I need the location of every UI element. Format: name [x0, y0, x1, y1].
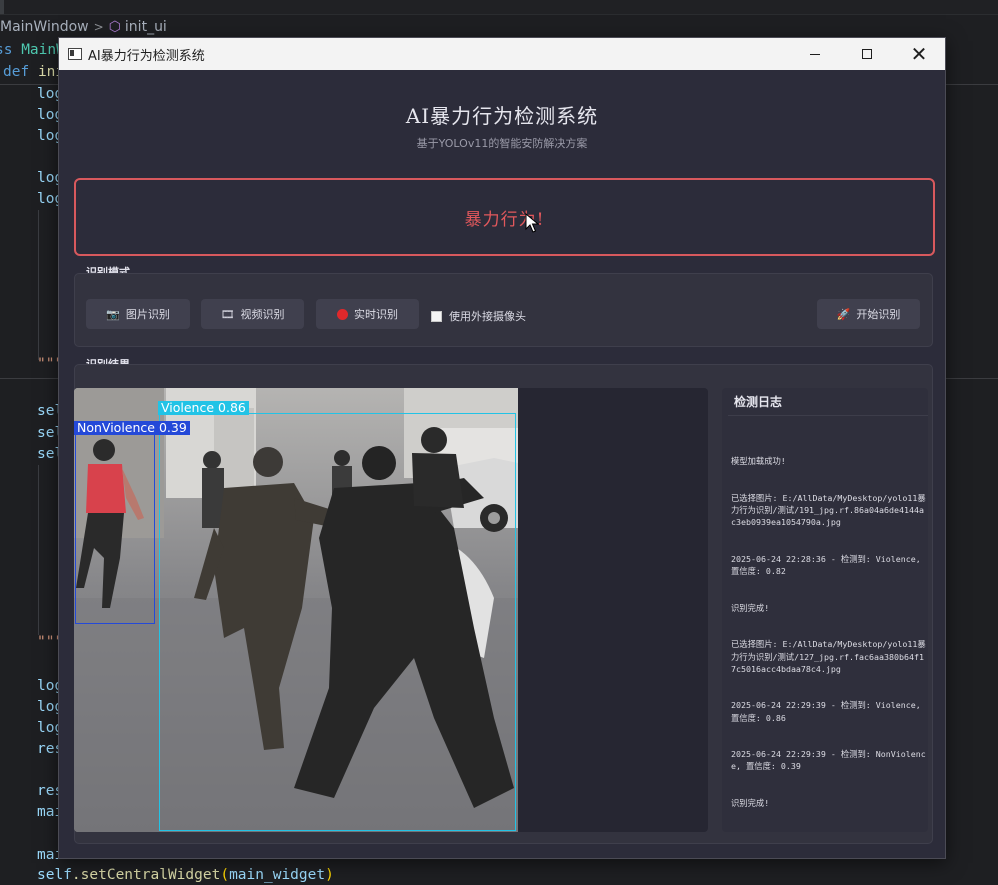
nonviolence-bounding-box — [75, 434, 155, 624]
page-subtitle: 基于YOLOv11的智能安防解决方案 — [416, 137, 588, 150]
app-window-icon — [68, 48, 82, 60]
mode-panel: 📷 图片识别 🎞 视频识别 实时识别 使用外接摄像头 🚀 开始识别 — [74, 273, 933, 347]
window-controls: ✕ — [789, 38, 945, 70]
start-recognition-button[interactable]: 🚀 开始识别 — [817, 299, 920, 329]
log-text-area[interactable]: 模型加载成功! 已选择图片: E:/AllData/MyDesktop/yolo… — [731, 431, 926, 834]
realtime-recognition-button[interactable]: 实时识别 — [316, 299, 419, 329]
log-entry: 2025-06-24 22:29:39 - 检测到: Violence, 置信度… — [731, 700, 926, 723]
record-icon — [337, 308, 348, 320]
camera-icon: 📷 — [106, 307, 120, 321]
breadcrumb-method[interactable]: init_ui — [125, 19, 167, 35]
log-entry: 识别完成! — [731, 602, 770, 613]
detection-log-panel: 检测日志 模型加载成功! 已选择图片: E:/AllData/MyDesktop… — [722, 388, 928, 832]
external-camera-checkbox[interactable] — [431, 310, 442, 322]
method-cube-icon: ⬡ — [108, 19, 121, 35]
image-recognition-label: 图片识别 — [125, 308, 170, 321]
rocket-icon: 🚀 — [836, 307, 851, 321]
nonviolence-detection-label: NonViolence 0.39 — [74, 421, 190, 435]
close-button[interactable]: ✕ — [893, 38, 945, 70]
violence-detection-label: Violence 0.86 — [158, 401, 249, 415]
maximize-button[interactable] — [841, 38, 893, 70]
mouse-cursor-icon — [525, 212, 540, 233]
realtime-recognition-label: 实时识别 — [354, 308, 398, 321]
app-window: AI暴力行为检测系统 ✕ AI暴力行为检测系统 基于YOLOv11的智能安防解决… — [58, 37, 946, 859]
minimize-icon — [810, 53, 820, 55]
log-entry: 2025-06-24 22:29:39 - 检测到: NonViolence, … — [731, 749, 926, 772]
indent-guide — [38, 465, 39, 635]
video-recognition-button[interactable]: 🎞 视频识别 — [201, 299, 304, 329]
code-line-set-central-widget[interactable]: self.setCentralWidget(main_widget) — [37, 865, 334, 885]
image-recognition-button[interactable]: 📷 图片识别 — [86, 299, 190, 329]
ide-corner — [0, 0, 4, 14]
indent-guide — [38, 210, 39, 360]
result-image-view: Violence 0.86 NonViolence 0.39 — [74, 388, 708, 832]
page-title: AI暴力行为检测系统 — [405, 104, 599, 128]
log-entry: 已选择图片: E:/AllData/MyDesktop/yolo11暴力行为识别… — [731, 493, 926, 528]
external-camera-label: 使用外接摄像头 — [449, 310, 526, 323]
maximize-icon — [862, 49, 872, 59]
breadcrumb-separator: > — [93, 20, 104, 34]
minimize-button[interactable] — [789, 38, 841, 70]
window-title: AI暴力行为检测系统 — [88, 48, 205, 64]
start-recognition-label: 开始识别 — [856, 308, 901, 321]
video-recognition-label: 视频识别 — [240, 308, 285, 321]
external-camera-toggle[interactable]: 使用外接摄像头 — [431, 308, 526, 324]
log-title: 检测日志 — [734, 395, 783, 409]
log-divider — [728, 415, 928, 416]
log-entry: 识别完成! — [731, 798, 770, 809]
film-icon: 🎞 — [220, 307, 235, 321]
ide-top-strip — [0, 0, 998, 15]
close-icon: ✕ — [910, 42, 928, 66]
title-bar[interactable]: AI暴力行为检测系统 ✕ — [59, 38, 945, 70]
breadcrumb-class[interactable]: MainWindow — [0, 19, 89, 35]
code-line-def[interactable]: def ini — [3, 62, 64, 82]
log-entry: 模型加载成功! — [731, 456, 786, 467]
violence-bounding-box — [159, 413, 516, 831]
code-line-class[interactable]: ss MainW — [0, 40, 65, 60]
log-entry: 已选择图片: E:/AllData/MyDesktop/yolo11暴力行为识别… — [731, 639, 926, 674]
log-entry: 2025-06-24 22:28:36 - 检测到: Violence, 置信度… — [731, 554, 926, 577]
breadcrumb: MainWindow > ⬡ init_ui — [0, 16, 167, 38]
alert-banner: 暴力行为! — [74, 178, 935, 256]
